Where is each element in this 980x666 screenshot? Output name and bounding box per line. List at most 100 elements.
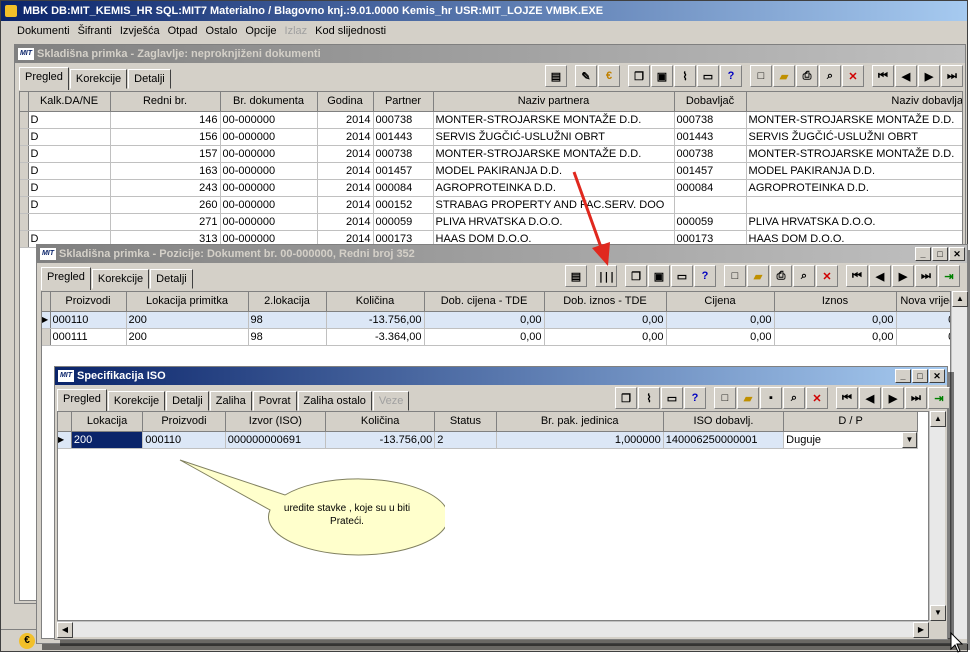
- copy-icon[interactable]: ❐: [615, 387, 637, 409]
- next-record-icon[interactable]: ▶: [882, 387, 904, 409]
- col-header[interactable]: Redni br.: [110, 92, 221, 112]
- table-cell[interactable]: 00-000000: [220, 196, 318, 214]
- cell-lokacija[interactable]: 200: [71, 431, 144, 449]
- menu-sifranti[interactable]: Šifranti: [78, 21, 112, 41]
- menu-opcije[interactable]: Opcije: [245, 21, 276, 41]
- window-icon[interactable]: ▣: [651, 65, 673, 87]
- delete-icon[interactable]: ✕: [842, 65, 864, 87]
- table-cell[interactable]: [28, 213, 111, 231]
- first-record-icon[interactable]: ⏮: [836, 387, 858, 409]
- table-cell[interactable]: PLIVA HRVATSKA D.O.O.: [746, 213, 962, 231]
- table-cell[interactable]: STRABAG PROPERTY AND FAC.SERV. DOO: [433, 196, 675, 214]
- coin-icon[interactable]: €: [598, 65, 620, 87]
- cell-iso-dobavlj[interactable]: 140006250000001: [663, 431, 785, 449]
- exit-icon[interactable]: ⇥: [938, 265, 960, 287]
- pencil-icon[interactable]: ✎: [575, 65, 597, 87]
- col-header[interactable]: Proizvodi: [142, 412, 226, 432]
- tab-pregled[interactable]: Pregled: [19, 67, 69, 90]
- col-header[interactable]: Dob. cijena - TDE: [424, 292, 545, 312]
- display-icon[interactable]: ▭: [697, 65, 719, 87]
- help-icon[interactable]: ?: [720, 65, 742, 87]
- table-cell[interactable]: MONTER-STROJARSKE MONTAŽE D.D.: [746, 145, 962, 163]
- cell-status[interactable]: 2: [434, 431, 497, 449]
- table-cell[interactable]: 2014: [317, 179, 374, 197]
- table-row[interactable]: D 163 00-000000 2014 001457 MODEL PAKIRANJA D…: [20, 162, 962, 180]
- open-folder-icon[interactable]: ▰: [737, 387, 759, 409]
- table-cell[interactable]: 000059: [674, 213, 747, 231]
- menu-dokumenti[interactable]: Dokumenti: [17, 21, 70, 41]
- col-header[interactable]: Cijena: [666, 292, 775, 312]
- table-cell[interactable]: -3.364,00: [326, 328, 425, 346]
- table-cell[interactable]: 0,00: [896, 328, 950, 346]
- table-cell[interactable]: 00-000000: [220, 179, 318, 197]
- table-cell[interactable]: 00-000000: [220, 111, 318, 129]
- first-record-icon[interactable]: ⏮: [872, 65, 894, 87]
- table-cell[interactable]: MODEL PAKIRANJA D.D.: [433, 162, 675, 180]
- table-row[interactable]: D 157 00-000000 2014 000738 MONTER-STROJARSKE…: [20, 145, 962, 163]
- table-cell[interactable]: 146: [110, 111, 221, 129]
- table-cell[interactable]: 001457: [373, 162, 434, 180]
- table-cell[interactable]: 271: [110, 213, 221, 231]
- table-cell[interactable]: 0,00: [424, 328, 545, 346]
- table-row[interactable]: D 156 00-000000 2014 001443 SERVIS ŽUGČIĆ-USL…: [20, 128, 962, 146]
- table-cell[interactable]: SERVIS ŽUGČIĆ-USLUŽNI OBRT: [433, 128, 675, 146]
- minimize-icon[interactable]: _: [895, 369, 911, 383]
- table-cell[interactable]: 0,00: [774, 311, 897, 329]
- document-icon[interactable]: ▤: [545, 65, 567, 87]
- col-header[interactable]: Iznos: [774, 292, 897, 312]
- table-cell[interactable]: 200: [126, 328, 249, 346]
- tab-detalji[interactable]: Detalji: [150, 269, 193, 289]
- table-cell[interactable]: 00-000000: [220, 162, 318, 180]
- col-header[interactable]: Količina: [325, 412, 436, 432]
- table-cell[interactable]: 00-000000: [220, 145, 318, 163]
- cell-proizvodi[interactable]: 000110: [142, 431, 226, 449]
- scroll-right-icon[interactable]: ▶: [913, 622, 929, 638]
- table-cell[interactable]: D: [28, 128, 111, 146]
- table-cell[interactable]: AGROPROTEINKA D.D.: [746, 179, 962, 197]
- search-icon[interactable]: ⌕: [783, 387, 805, 409]
- open-folder-icon[interactable]: ▰: [773, 65, 795, 87]
- table-row[interactable]: D 260 00-000000 2014 000152 STRABAG PROPERTY …: [20, 196, 962, 214]
- table-cell[interactable]: PLIVA HRVATSKA D.O.O.: [433, 213, 675, 231]
- table-cell[interactable]: 001443: [674, 128, 747, 146]
- table-cell[interactable]: 001457: [674, 162, 747, 180]
- table-row[interactable]: ▶ 200 000110 000000000691 -13.756,00 2 1…: [58, 431, 918, 449]
- col-header[interactable]: Naziv partnera: [433, 92, 675, 112]
- paperclip-icon[interactable]: ⌇: [638, 387, 660, 409]
- tab-pregled[interactable]: Pregled: [41, 267, 91, 290]
- close-icon[interactable]: ✕: [929, 369, 945, 383]
- cell-br-pak[interactable]: 1,000000: [496, 431, 664, 449]
- col-header[interactable]: Godina: [317, 92, 374, 112]
- table-cell[interactable]: D: [28, 196, 111, 214]
- iso-horizontal-scrollbar[interactable]: ◀ ▶: [57, 621, 929, 638]
- tab-povrat[interactable]: Povrat: [252, 391, 297, 411]
- search-icon[interactable]: ⌕: [819, 65, 841, 87]
- table-cell[interactable]: 000110: [50, 311, 127, 329]
- table-cell[interactable]: 2014: [317, 111, 374, 129]
- print-icon[interactable]: ⎙: [796, 65, 818, 87]
- table-cell[interactable]: AGROPROTEINKA D.D.: [433, 179, 675, 197]
- last-record-icon[interactable]: ⏭: [941, 65, 963, 87]
- scroll-down-icon[interactable]: ▼: [930, 605, 946, 621]
- table-cell[interactable]: 000738: [674, 145, 747, 163]
- table-cell[interactable]: 0,00: [544, 311, 667, 329]
- table-cell[interactable]: 157: [110, 145, 221, 163]
- prev-record-icon[interactable]: ◀: [895, 65, 917, 87]
- chevron-down-icon[interactable]: ▼: [902, 431, 917, 447]
- col-header[interactable]: Količina: [326, 292, 425, 312]
- table-cell[interactable]: 2014: [317, 128, 374, 146]
- tab-zaliha-ostalo[interactable]: Zaliha ostalo: [297, 391, 372, 411]
- table-cell[interactable]: SERVIS ŽUGČIĆ-USLUŽNI OBRT: [746, 128, 962, 146]
- window-icon[interactable]: ▣: [648, 265, 670, 287]
- next-record-icon[interactable]: ▶: [892, 265, 914, 287]
- last-record-icon[interactable]: ⏭: [905, 387, 927, 409]
- table-cell[interactable]: 0,00: [424, 311, 545, 329]
- table-row[interactable]: 271 00-000000 2014 000059 PLIVA HRVATSKA D.O…: [20, 213, 962, 231]
- table-cell[interactable]: 0,00: [896, 311, 950, 329]
- col-header[interactable]: Partner: [373, 92, 434, 112]
- minimize-icon[interactable]: _: [915, 247, 931, 261]
- table-cell[interactable]: 243: [110, 179, 221, 197]
- table-cell[interactable]: 2014: [317, 213, 374, 231]
- scroll-left-icon[interactable]: ◀: [57, 622, 73, 638]
- table-cell[interactable]: 98: [248, 328, 327, 346]
